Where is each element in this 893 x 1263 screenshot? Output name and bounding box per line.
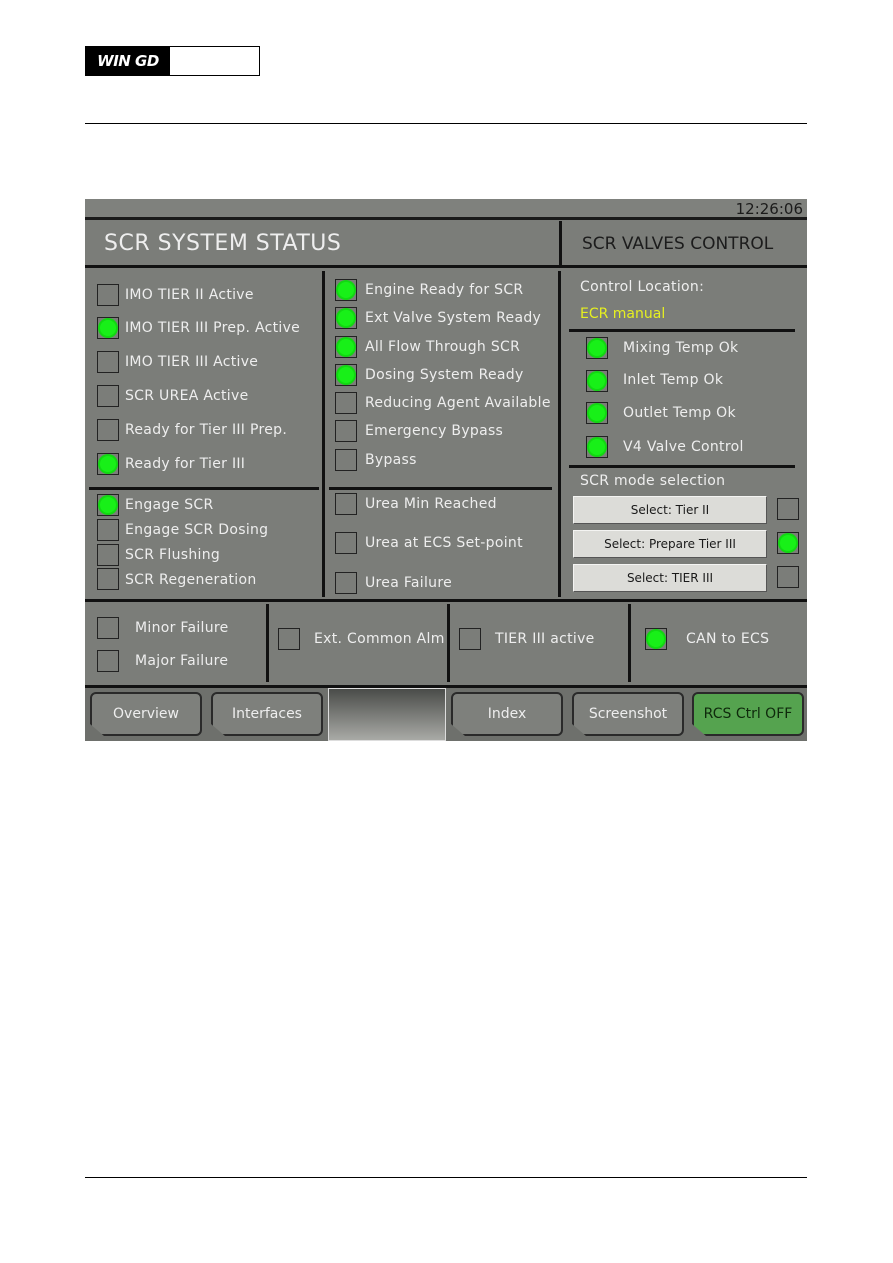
status-indicator — [335, 449, 357, 471]
alarm-label: Minor Failure — [135, 620, 229, 636]
status-label: Engine Ready for SCR — [365, 282, 524, 298]
status-label: Reducing Agent Available — [365, 395, 551, 411]
alarm-indicator — [459, 628, 481, 650]
status-indicator — [335, 336, 357, 358]
valve-indicator — [586, 436, 608, 458]
clock: 12:26:06 — [735, 200, 803, 218]
divider — [569, 329, 795, 332]
nav-overview-button[interactable]: Overview — [90, 692, 202, 736]
status-label: Engage SCR Dosing — [125, 522, 269, 538]
footer-rule — [85, 1177, 807, 1178]
mode-selection-label: SCR mode selection — [580, 473, 726, 489]
status-label: Urea Min Reached — [365, 496, 497, 512]
status-indicator — [97, 385, 119, 407]
status-indicator — [335, 364, 357, 386]
valves-title: SCR VALVES CONTROL — [582, 234, 774, 254]
bottom-navigation: Overview Interfaces Index Screenshot RCS… — [85, 685, 807, 741]
alarm-indicator — [97, 617, 119, 639]
divider — [322, 271, 325, 597]
status-indicator — [335, 572, 357, 594]
status-label: IMO TIER III Prep. Active — [125, 320, 301, 336]
divider — [329, 487, 552, 490]
status-label: Ready for Tier III Prep. — [125, 422, 288, 438]
alarm-label: Major Failure — [135, 653, 229, 669]
scr-hmi-screen: 12:26:06 SCR SYSTEM STATUS SCR VALVES CO… — [85, 199, 807, 741]
status-indicator — [335, 392, 357, 414]
valve-label: V4 Valve Control — [623, 439, 744, 455]
status-label: Ext Valve System Ready — [365, 310, 542, 326]
status-indicator — [97, 494, 119, 516]
status-label: Bypass — [365, 452, 417, 468]
divider — [628, 604, 631, 682]
page-title: SCR SYSTEM STATUS — [104, 231, 342, 256]
nav-active-tab[interactable] — [328, 688, 446, 741]
status-indicator — [97, 519, 119, 541]
status-label: SCR UREA Active — [125, 388, 249, 404]
nav-interfaces-button[interactable]: Interfaces — [211, 692, 323, 736]
alarm-indicator — [97, 650, 119, 672]
valve-label: Mixing Temp Ok — [623, 340, 739, 356]
status-label: All Flow Through SCR — [365, 339, 521, 355]
status-indicator — [97, 453, 119, 475]
title-row: SCR SYSTEM STATUS SCR VALVES CONTROL — [85, 221, 807, 268]
status-label: Urea Failure — [365, 575, 452, 591]
valve-label: Inlet Temp Ok — [623, 372, 724, 388]
divider — [85, 599, 807, 602]
status-label: Engage SCR — [125, 497, 214, 513]
status-indicator — [97, 544, 119, 566]
nav-index-button[interactable]: Index — [451, 692, 563, 736]
mode-indicator — [777, 566, 799, 588]
valve-indicator — [586, 402, 608, 424]
status-indicator — [97, 351, 119, 373]
mode-indicator — [777, 498, 799, 520]
select-prepare-tier3-button[interactable]: Select: Prepare Tier III — [573, 530, 767, 558]
status-indicator — [97, 419, 119, 441]
status-label: IMO TIER III Active — [125, 354, 259, 370]
status-indicator — [97, 317, 119, 339]
divider — [89, 487, 319, 490]
status-label: Emergency Bypass — [365, 423, 504, 439]
status-label: Dosing System Ready — [365, 367, 524, 383]
divider — [558, 271, 561, 597]
status-indicator — [335, 307, 357, 329]
valve-indicator — [586, 337, 608, 359]
alarm-label: CAN to ECS — [686, 631, 770, 647]
divider — [447, 604, 450, 682]
divider — [266, 604, 269, 682]
nav-screenshot-button[interactable]: Screenshot — [572, 692, 684, 736]
status-indicator — [335, 532, 357, 554]
status-indicator — [335, 493, 357, 515]
wingd-logo: WIN GD — [85, 46, 260, 76]
status-label: IMO TIER II Active — [125, 287, 254, 303]
alarm-label: Ext. Common Alm — [314, 631, 445, 647]
logo-text: WIN GD — [86, 47, 170, 75]
status-indicator — [97, 568, 119, 590]
alarm-indicator — [278, 628, 300, 650]
valve-label: Outlet Temp Ok — [623, 405, 736, 421]
status-label: Urea at ECS Set-point — [365, 535, 523, 551]
select-tier3-button[interactable]: Select: TIER III — [573, 564, 767, 592]
alarm-indicator — [645, 628, 667, 650]
valve-indicator — [586, 370, 608, 392]
status-label: Ready for Tier III — [125, 456, 246, 472]
control-location-label: Control Location: — [580, 279, 705, 295]
mode-indicator — [777, 532, 799, 554]
status-label: SCR Regeneration — [125, 572, 257, 588]
divider — [569, 465, 795, 468]
status-bar: 12:26:06 — [85, 199, 807, 220]
rcs-ctrl-button[interactable]: RCS Ctrl OFF — [692, 692, 804, 736]
control-location-value: ECR manual — [580, 306, 666, 322]
select-tier2-button[interactable]: Select: Tier II — [573, 496, 767, 524]
status-label: SCR Flushing — [125, 547, 221, 563]
status-indicator — [335, 279, 357, 301]
status-indicator — [97, 284, 119, 306]
header-rule — [85, 123, 807, 124]
status-indicator — [335, 420, 357, 442]
alarm-label: TIER III active — [495, 631, 595, 647]
